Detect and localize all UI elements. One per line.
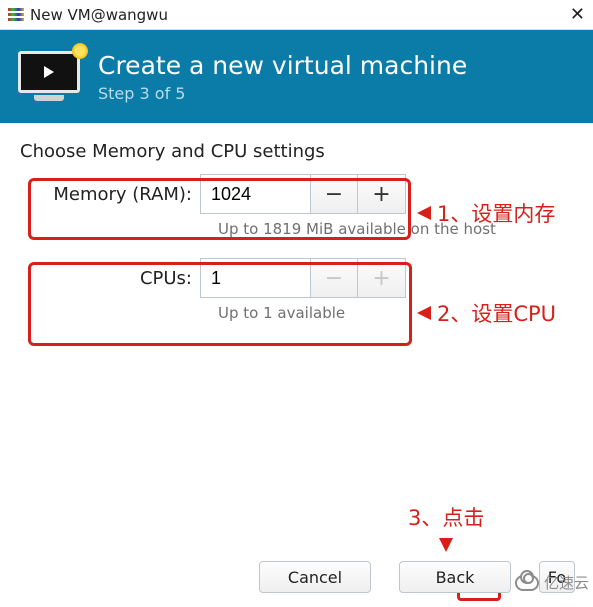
cpus-input[interactable] <box>200 258 310 298</box>
memory-input[interactable] <box>200 174 310 214</box>
forward-button-label: Fo <box>548 568 566 587</box>
memory-hint: Up to 1819 MiB available on the host <box>218 220 573 238</box>
cpus-decrement-button[interactable]: − <box>310 258 358 298</box>
prompt-label: Choose Memory and CPU settings <box>20 141 573 162</box>
cpus-row: CPUs: − + <box>20 258 573 298</box>
wizard-header: Create a new virtual machine Step 3 of 5 <box>0 30 593 123</box>
memory-decrement-button[interactable]: − <box>310 174 358 214</box>
annotation-3: 3、点击 <box>408 502 484 552</box>
back-button[interactable]: Back <box>399 561 511 593</box>
cpus-label: CPUs: <box>20 268 200 289</box>
wizard-content: Choose Memory and CPU settings Memory (R… <box>0 123 593 360</box>
memory-increment-button[interactable]: + <box>358 174 406 214</box>
cancel-button[interactable]: Cancel <box>259 561 371 593</box>
cpus-spinner: − + <box>200 258 406 298</box>
monitor-icon <box>18 51 80 103</box>
window-title: New VM@wangwu <box>30 6 168 24</box>
cpus-increment-button[interactable]: + <box>358 258 406 298</box>
close-icon[interactable]: ✕ <box>570 4 585 25</box>
memory-label: Memory (RAM): <box>20 184 200 205</box>
wizard-footer: Cancel Back Fo <box>0 557 593 607</box>
vm-app-icon <box>8 7 24 23</box>
back-button-label: Back <box>436 568 475 587</box>
cancel-button-label: Cancel <box>288 568 342 587</box>
wizard-step: Step 3 of 5 <box>98 84 467 103</box>
forward-button[interactable]: Fo <box>539 561 575 593</box>
wizard-title: Create a new virtual machine <box>98 51 467 80</box>
memory-spinner: − + <box>200 174 406 214</box>
titlebar: New VM@wangwu ✕ <box>0 0 593 30</box>
annotation-3-text: 3、点击 <box>408 502 484 532</box>
cpus-hint: Up to 1 available <box>218 304 573 322</box>
memory-row: Memory (RAM): − + <box>20 174 573 214</box>
